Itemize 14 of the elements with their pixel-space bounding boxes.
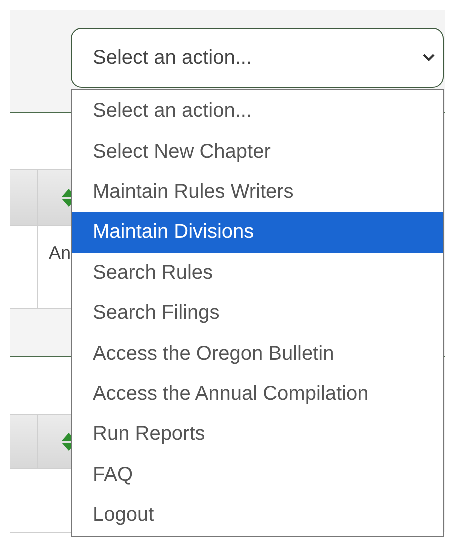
dropdown-option[interactable]: Select New Chapter xyxy=(72,131,443,172)
dropdown-option[interactable]: Search Rules xyxy=(72,252,443,293)
dropdown-option[interactable]: Maintain Divisions xyxy=(72,212,443,253)
dropdown-option[interactable]: FAQ xyxy=(72,454,443,495)
dropdown-option[interactable]: Select an action... xyxy=(72,91,443,132)
table-cell-text: An xyxy=(48,242,72,265)
chevron-down-icon xyxy=(423,54,435,62)
dropdown-option[interactable]: Access the Oregon Bulletin xyxy=(72,333,443,374)
dropdown-option[interactable]: Run Reports xyxy=(72,414,443,455)
dropdown-option[interactable]: Logout xyxy=(72,494,443,536)
dropdown-option[interactable]: Maintain Rules Writers xyxy=(72,172,443,212)
action-select[interactable]: Select an action... xyxy=(71,28,444,88)
dropdown-option[interactable]: Access the Annual Compilation xyxy=(72,374,443,414)
dropdown-option[interactable]: Search Filings xyxy=(72,292,443,334)
